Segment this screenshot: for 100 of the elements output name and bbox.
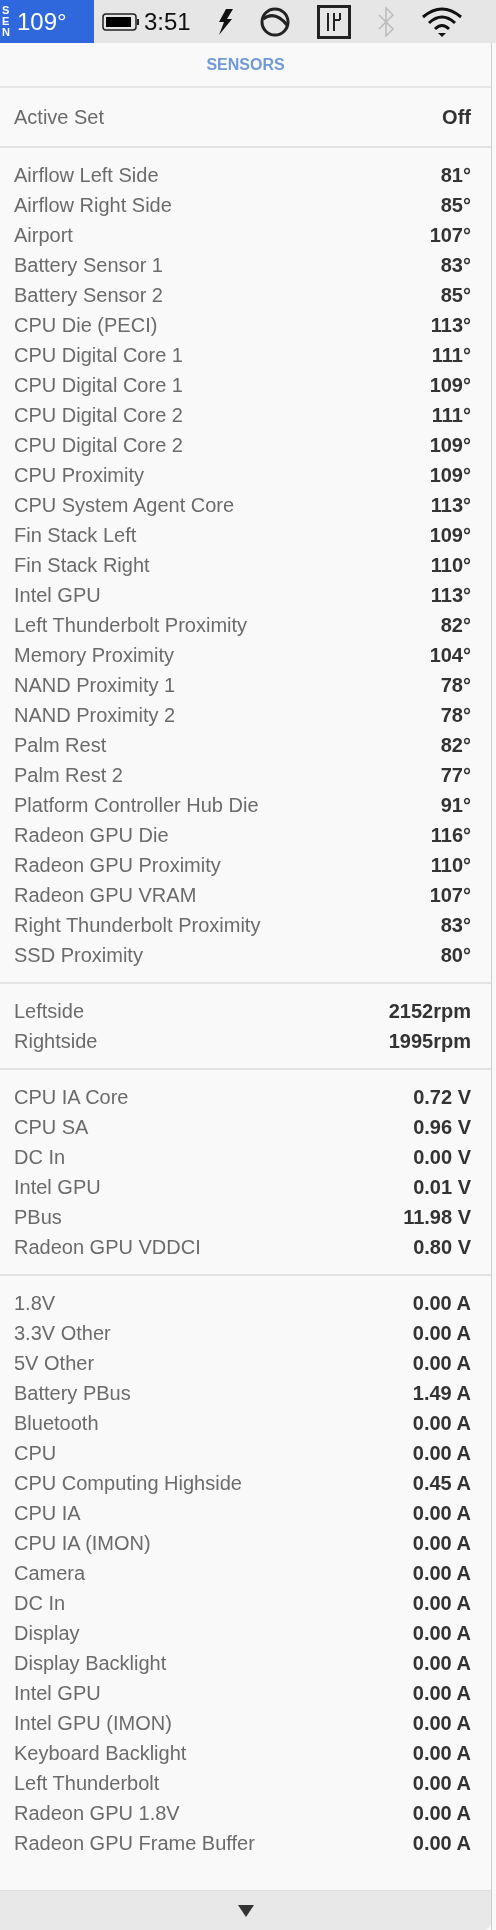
- sensor-label: Palm Rest 2: [14, 763, 123, 788]
- sensor-label: Left Thunderbolt Proximity: [14, 613, 248, 638]
- sensor-value: 0.00 A: [412, 1501, 471, 1526]
- sensor-value: 107°: [429, 223, 471, 248]
- sensor-label: DC In: [14, 1145, 66, 1170]
- temperature-reading: 109°: [17, 6, 67, 37]
- sensor-value: 0.00 A: [412, 1351, 471, 1376]
- sensor-value: 78°: [440, 673, 471, 698]
- sensor-label: CPU IA: [14, 1501, 81, 1526]
- sensor-value: 91°: [440, 793, 471, 818]
- sensor-label: Airport: [14, 223, 73, 248]
- sensor-value: 0.72 V: [413, 1085, 471, 1110]
- sensor-value: 111°: [431, 343, 471, 368]
- sensor-value: 0.00 A: [412, 1681, 471, 1706]
- sensor-value: 0.00 A: [412, 1531, 471, 1556]
- sensor-label: CPU Digital Core 1: [14, 373, 183, 398]
- sensor-value: 0.01 V: [413, 1175, 471, 1200]
- sensor-value: 0.00 A: [412, 1441, 471, 1466]
- sensor-label: Keyboard Backlight: [14, 1741, 187, 1766]
- sensor-label: CPU System Agent Core: [14, 493, 235, 518]
- clock[interactable]: 3:51: [144, 3, 191, 40]
- sensor-label: SSD Proximity: [14, 943, 143, 968]
- sensor-value: 0.00 A: [412, 1291, 471, 1316]
- sensor-label: Intel GPU: [14, 583, 101, 608]
- sensor-label: Airflow Left Side: [14, 163, 159, 188]
- sensor-label: 5V Other: [14, 1351, 95, 1376]
- sensor-label: Rightside: [14, 1029, 98, 1054]
- sensor-value: 1.49 A: [412, 1381, 471, 1406]
- sensor-value: 83°: [440, 913, 471, 938]
- sensor-value: 104°: [429, 643, 471, 668]
- battery-icon[interactable]: [102, 12, 140, 31]
- sensor-label: Radeon GPU Frame Buffer: [14, 1831, 255, 1856]
- sensor-value: 0.00 A: [412, 1411, 471, 1436]
- sensor-value: 82°: [440, 733, 471, 758]
- sensor-value: 77°: [440, 763, 471, 788]
- sensor-label: Palm Rest: [14, 733, 107, 758]
- sensor-value: 109°: [429, 523, 471, 548]
- sensor-value: 0.96 V: [413, 1115, 471, 1140]
- sensor-value: Off: [442, 105, 471, 130]
- sensor-value: 82°: [440, 613, 471, 638]
- sensor-label: Left Thunderbolt: [14, 1771, 160, 1796]
- sensor-value: 11.98 V: [403, 1205, 471, 1230]
- sensor-label: NAND Proximity 1: [14, 673, 176, 698]
- sensor-label: Right Thunderbolt Proximity: [14, 913, 261, 938]
- sensor-label: Leftside: [14, 999, 85, 1024]
- sensor-label: CPU IA Core: [14, 1085, 129, 1110]
- sensor-label: CPU Digital Core 2: [14, 403, 183, 428]
- sensor-label: Airflow Right Side: [14, 193, 172, 218]
- sensor-label: Intel GPU (IMON): [14, 1711, 172, 1736]
- sensor-label: CPU Proximity: [14, 463, 144, 488]
- sensor-value: 78°: [440, 703, 471, 728]
- sensor-value: 2152rpm: [388, 999, 471, 1024]
- sensor-label: PBus: [14, 1205, 62, 1230]
- sensor-label: Battery PBus: [14, 1381, 131, 1406]
- sensor-label: Battery Sensor 1: [14, 253, 163, 278]
- sensor-label: CPU Die (PECI): [14, 313, 158, 338]
- window-icon[interactable]: [316, 4, 351, 39]
- sensor-value: 113°: [430, 313, 471, 338]
- sensor-label: Fin Stack Left: [14, 523, 137, 548]
- sensor-label: Radeon GPU 1.8V: [14, 1801, 180, 1826]
- sensor-value: 0.80 V: [413, 1235, 471, 1260]
- sensor-label: CPU Digital Core 2: [14, 433, 183, 458]
- sensor-value: 107°: [429, 883, 471, 908]
- sensor-label: CPU IA (IMON): [14, 1531, 151, 1556]
- sensor-label: 1.8V: [14, 1291, 56, 1316]
- sensor-label: Radeon GPU Proximity: [14, 853, 221, 878]
- sensor-label: Radeon GPU VRAM: [14, 883, 197, 908]
- sensor-value: 0.00 A: [412, 1741, 471, 1766]
- lightning-icon[interactable]: [216, 8, 233, 35]
- sensor-value: 109°: [429, 463, 471, 488]
- sensor-value: 110°: [430, 553, 471, 578]
- sensor-label: Bluetooth: [14, 1411, 99, 1436]
- sensor-label: NAND Proximity 2: [14, 703, 176, 728]
- sensor-label: Battery Sensor 2: [14, 283, 163, 308]
- sensor-label: CPU SA: [14, 1115, 89, 1140]
- sensor-label: 3.3V Other: [14, 1321, 111, 1346]
- wifi-icon[interactable]: [420, 6, 463, 37]
- sensor-label: Display: [14, 1621, 80, 1646]
- gauge-icon[interactable]: [258, 5, 291, 38]
- sensor-label: CPU Computing Highside: [14, 1471, 242, 1496]
- scroll-down-arrow-icon[interactable]: [237, 1904, 254, 1917]
- sensor-value: 109°: [429, 433, 471, 458]
- sensor-value: 0.00 A: [412, 1591, 471, 1616]
- sensor-value: 0.00 A: [412, 1321, 471, 1346]
- sensor-value: 0.00 A: [412, 1801, 471, 1826]
- sensor-value: 0.00 A: [412, 1831, 471, 1856]
- sensor-label: CPU: [14, 1441, 57, 1466]
- sensor-value: 0.00 A: [412, 1771, 471, 1796]
- sensor-value: 113°: [430, 583, 471, 608]
- sensor-value: 80°: [440, 943, 471, 968]
- sensor-label: Intel GPU: [14, 1681, 101, 1706]
- sensor-value: 0.00 A: [412, 1621, 471, 1646]
- sensor-value: 0.45 A: [412, 1471, 471, 1496]
- sensor-value: 81°: [440, 163, 471, 188]
- sensor-value: 83°: [440, 253, 471, 278]
- sensor-label: Camera: [14, 1561, 86, 1586]
- app-label: SEN: [2, 5, 11, 38]
- sensor-value: 111°: [431, 403, 471, 428]
- sensor-label: Active Set: [14, 105, 105, 130]
- sensor-label: Platform Controller Hub Die: [14, 793, 259, 818]
